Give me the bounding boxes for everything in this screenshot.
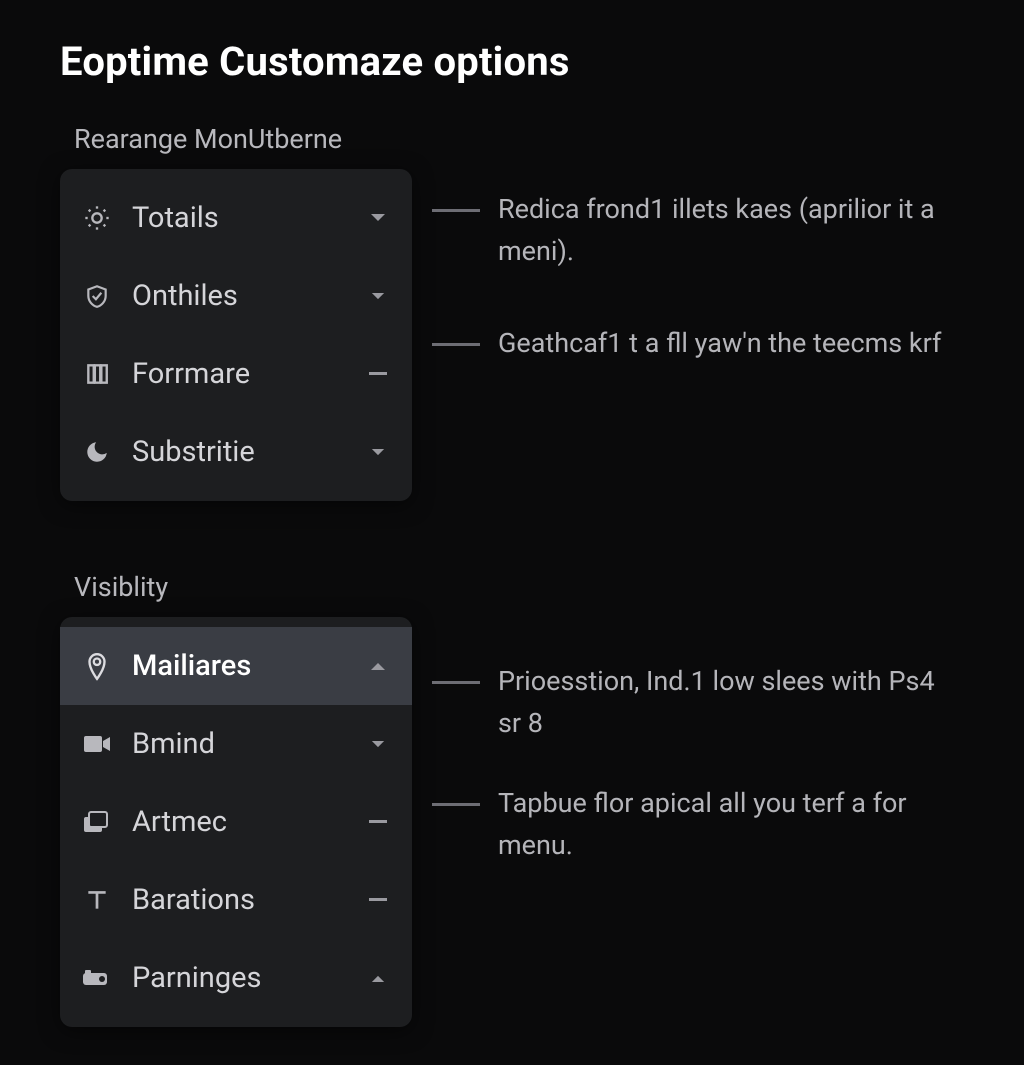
- pin-icon: [80, 649, 114, 683]
- columns-icon: [80, 357, 114, 391]
- rearrange-item-totails[interactable]: Totails: [60, 179, 412, 257]
- note-row: Geathcaf1 t a fll yaw'n the teecms krf: [432, 323, 964, 365]
- section-rearrange: Totails Onthiles Forrmare: [60, 169, 964, 501]
- rearrange-item-onthiles[interactable]: Onthiles: [60, 257, 412, 335]
- visibility-item-label: Parninges: [132, 961, 366, 995]
- rearrange-panel: Totails Onthiles Forrmare: [60, 169, 412, 501]
- chevron-down-icon[interactable]: [366, 732, 390, 756]
- note-row: Tapbue flor apical all you terf a for me…: [432, 783, 964, 867]
- visibility-item-artmec[interactable]: Artmec: [60, 783, 412, 861]
- section-label-visibility: Visiblity: [74, 571, 964, 603]
- note-connector: [432, 209, 480, 212]
- camera-icon: [80, 961, 114, 995]
- note-row: Redica frond1 illets kaes (aprilior it a…: [432, 189, 964, 273]
- chevron-down-icon[interactable]: [366, 284, 390, 308]
- page-title: Eoptime Customaze options: [60, 38, 964, 85]
- check-circle-icon: [80, 279, 114, 313]
- settings-container: Eoptime Customaze options Rearange MonUt…: [0, 0, 1024, 1065]
- visibility-item-mailiares[interactable]: Mailiares: [60, 627, 412, 705]
- note-text: Prioesstion, Ind.1 low slees with Ps4 sr…: [498, 661, 958, 745]
- note-row: Prioesstion, Ind.1 low slees with Ps4 sr…: [432, 661, 964, 745]
- moon-icon: [80, 435, 114, 469]
- visibility-panel: Mailiares Bmind Artmec: [60, 617, 412, 1027]
- note-connector: [432, 343, 480, 346]
- visibility-item-barations[interactable]: Barations: [60, 861, 412, 939]
- visibility-item-label: Barations: [132, 883, 366, 917]
- video-icon: [80, 727, 114, 761]
- rearrange-item-forrmare[interactable]: Forrmare: [60, 335, 412, 413]
- minus-icon[interactable]: [366, 362, 390, 386]
- visibility-item-label: Artmec: [132, 805, 366, 839]
- note-text: Geathcaf1 t a fll yaw'n the teecms krf: [498, 323, 941, 365]
- rearrange-item-label: Forrmare: [132, 357, 366, 391]
- section-visibility: Mailiares Bmind Artmec: [60, 617, 964, 1027]
- text-icon: [80, 883, 114, 917]
- note-connector: [432, 803, 480, 806]
- rearrange-notes: Redica frond1 illets kaes (aprilior it a…: [432, 169, 964, 385]
- visibility-item-parninges[interactable]: Parninges: [60, 939, 412, 1017]
- rearrange-item-substritie[interactable]: Substritie: [60, 413, 412, 491]
- chevron-down-icon[interactable]: [366, 206, 390, 230]
- chevron-up-icon[interactable]: [366, 654, 390, 678]
- stack-icon: [80, 805, 114, 839]
- sun-icon: [80, 201, 114, 235]
- section-label-rearrange: Rearange MonUtberne: [74, 123, 964, 155]
- note-connector: [432, 681, 480, 684]
- minus-icon[interactable]: [366, 888, 390, 912]
- rearrange-item-label: Onthiles: [132, 279, 366, 313]
- visibility-item-bmind[interactable]: Bmind: [60, 705, 412, 783]
- rearrange-item-label: Substritie: [132, 435, 366, 469]
- rearrange-item-label: Totails: [132, 201, 366, 235]
- visibility-item-label: Bmind: [132, 727, 366, 761]
- chevron-up-icon[interactable]: [366, 966, 390, 990]
- visibility-item-label: Mailiares: [132, 649, 366, 683]
- note-text: Tapbue flor apical all you terf a for me…: [498, 783, 958, 867]
- chevron-down-icon[interactable]: [366, 440, 390, 464]
- note-text: Redica frond1 illets kaes (aprilior it a…: [498, 189, 958, 273]
- visibility-notes: Prioesstion, Ind.1 low slees with Ps4 sr…: [432, 617, 964, 886]
- minus-icon[interactable]: [366, 810, 390, 834]
